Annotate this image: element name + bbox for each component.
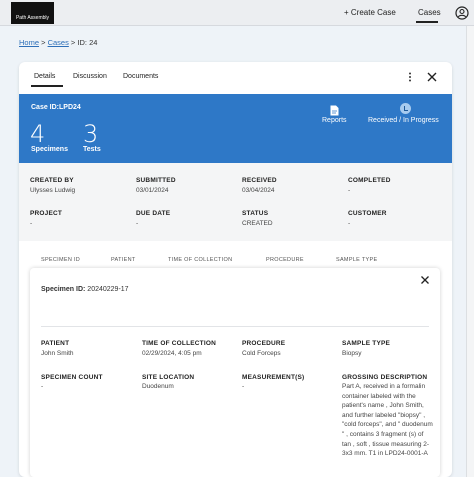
- due-date-label: DUE DATE: [136, 210, 171, 217]
- specimen-detail-panel: Specimen ID: 20240229-17 PATIENT John Sm…: [30, 268, 440, 477]
- patient-label: PATIENT: [41, 340, 70, 347]
- sample-type-value: Biopsy: [342, 350, 362, 357]
- completed-value: -: [348, 187, 351, 194]
- page-scrollbar[interactable]: [466, 26, 474, 477]
- breadcrumb: Home > Cases > ID: 24: [19, 38, 97, 47]
- sample-type-label: SAMPLE TYPE: [342, 340, 391, 347]
- document-icon[interactable]: [330, 105, 339, 116]
- case-status-label: Received / In Progress: [368, 117, 439, 124]
- created-by-label: CREATED BY: [30, 177, 74, 184]
- more-options-icon[interactable]: [404, 71, 416, 83]
- patient-value: John Smith: [41, 350, 74, 357]
- breadcrumb-home[interactable]: Home: [19, 38, 39, 47]
- grossing-description-value: Part A, received in a formalin container…: [342, 383, 433, 458]
- tests-label: Tests: [83, 146, 101, 153]
- status-value: CREATED: [242, 220, 273, 227]
- measurements-label: MEASUREMENT(S): [242, 374, 305, 381]
- site-location-label: SITE LOCATION: [142, 374, 195, 381]
- top-navbar: Path Assembly + Create Case Cases: [0, 0, 474, 26]
- column-header-procedure[interactable]: PROCEDURE: [266, 257, 304, 263]
- breadcrumb-current: ID: 24: [77, 38, 98, 47]
- specimens-label: Specimens: [31, 146, 68, 153]
- specimen-id-value: 20240229-17: [85, 286, 129, 293]
- specimens-count: 4: [30, 120, 46, 148]
- specimen-id: Specimen ID: 20240229-17: [41, 286, 129, 293]
- column-header-time-of-collection[interactable]: TIME OF COLLECTION: [168, 257, 232, 263]
- breadcrumb-cases[interactable]: Cases: [48, 38, 69, 47]
- received-label: RECEIVED: [242, 177, 277, 184]
- status-label: STATUS: [242, 210, 269, 217]
- case-info-grid: CREATED BY Ulysses Ludwig SUBMITTED 03/0…: [19, 163, 452, 241]
- customer-value: -: [348, 220, 351, 227]
- created-by-value: Ulysses Ludwig: [30, 187, 76, 194]
- submitted-label: SUBMITTED: [136, 177, 176, 184]
- column-header-specimen-id[interactable]: SPECIMEN ID: [41, 257, 80, 263]
- active-tab-indicator: [31, 85, 63, 87]
- specimen-id-label: Specimen ID:: [41, 286, 86, 293]
- column-header-sample-type[interactable]: SAMPLE TYPE: [336, 257, 377, 263]
- close-icon[interactable]: [426, 71, 438, 83]
- submitted-value: 03/01/2024: [136, 187, 169, 194]
- procedure-label: PROCEDURE: [242, 340, 286, 347]
- reports-button[interactable]: Reports: [322, 117, 347, 124]
- case-id: Case ID:LPD24: [31, 104, 81, 111]
- project-label: PROJECT: [30, 210, 63, 217]
- create-case-link[interactable]: + Create Case: [344, 8, 396, 17]
- divider: [41, 326, 429, 327]
- case-summary-header: Case ID:LPD24 4 Specimens 3 Tests Report…: [19, 94, 452, 163]
- time-of-collection-value: 02/29/2024, 4:05 pm: [142, 350, 202, 357]
- measurements-value: -: [242, 383, 245, 390]
- specimen-count-label: SPECIMEN COUNT: [41, 374, 103, 381]
- time-of-collection-label: TIME OF COLLECTION: [142, 340, 217, 347]
- due-date-value: -: [136, 220, 139, 227]
- active-nav-indicator: [416, 21, 438, 23]
- tab-documents[interactable]: Documents: [123, 73, 158, 80]
- app-logo[interactable]: Path Assembly: [11, 2, 54, 24]
- received-value: 03/04/2024: [242, 187, 275, 194]
- close-icon[interactable]: [420, 275, 430, 285]
- specimen-count-value: -: [41, 383, 44, 390]
- status-check-icon: [400, 103, 411, 114]
- grossing-description-label: GROSSING DESCRIPTION: [342, 374, 428, 381]
- tab-details[interactable]: Details: [34, 73, 55, 80]
- breadcrumb-separator: >: [39, 38, 48, 47]
- customer-label: CUSTOMER: [348, 210, 387, 217]
- site-location-value: Duodenum: [142, 383, 174, 390]
- column-header-patient[interactable]: PATIENT: [111, 257, 136, 263]
- project-value: -: [30, 220, 33, 227]
- completed-label: COMPLETED: [348, 177, 391, 184]
- user-account-icon[interactable]: [455, 6, 469, 20]
- procedure-value: Cold Forceps: [242, 350, 281, 357]
- case-tabs: Details Discussion Documents: [19, 62, 452, 95]
- app-logo-text: Path Assembly: [15, 15, 50, 21]
- tab-discussion[interactable]: Discussion: [73, 73, 107, 80]
- cases-nav-link[interactable]: Cases: [418, 8, 441, 17]
- tests-count: 3: [83, 120, 99, 148]
